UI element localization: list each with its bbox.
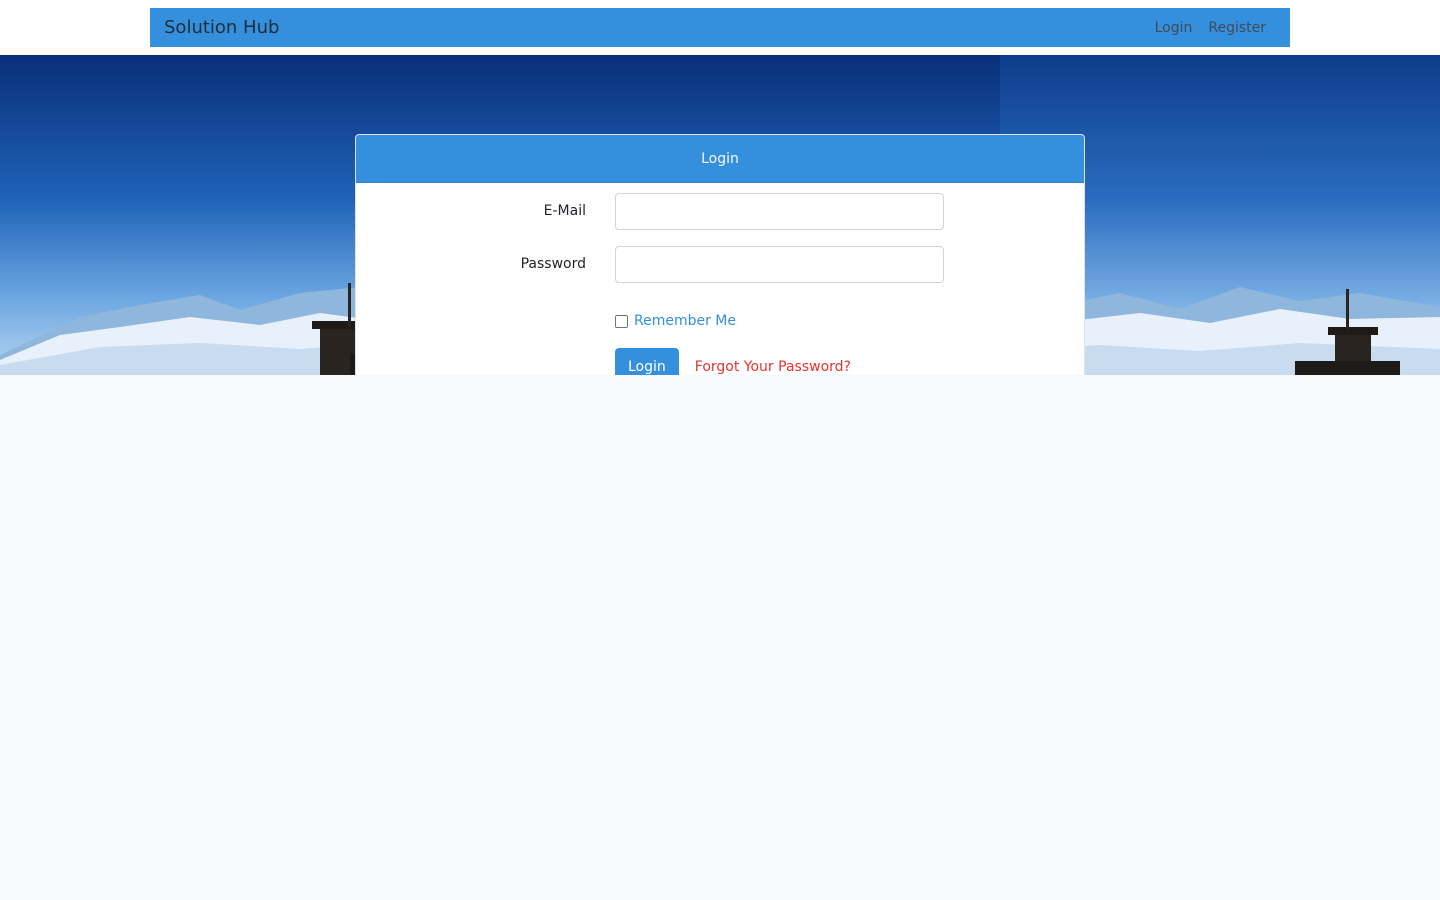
form-actions: Login Forgot Your Password?: [615, 348, 851, 375]
email-input[interactable]: [615, 192, 944, 230]
top-bar: Solution Hub Login Register: [0, 0, 1440, 55]
nav-links: Login Register: [1155, 20, 1276, 36]
email-label: E-Mail: [543, 203, 586, 219]
remember-me-label[interactable]: Remember Me: [634, 313, 736, 329]
nav-login-link[interactable]: Login: [1155, 20, 1193, 36]
hero-background-image: Login E-Mail Password Remember Me Login …: [0, 55, 1440, 375]
remember-me-row: Remember Me: [615, 313, 736, 329]
remember-me-checkbox[interactable]: [615, 314, 628, 328]
password-label: Password: [520, 256, 586, 272]
login-card-header: Login: [356, 135, 1084, 183]
login-button[interactable]: Login: [615, 348, 679, 375]
nav-register-link[interactable]: Register: [1208, 20, 1266, 36]
login-card: Login E-Mail Password Remember Me Login …: [355, 134, 1085, 375]
brand-link[interactable]: Solution Hub: [164, 17, 279, 38]
password-input[interactable]: [615, 245, 944, 283]
password-row: Password: [356, 245, 1084, 283]
forgot-password-link[interactable]: Forgot Your Password?: [695, 359, 851, 375]
navbar: Solution Hub Login Register: [150, 8, 1290, 47]
email-row: E-Mail: [356, 192, 1084, 230]
